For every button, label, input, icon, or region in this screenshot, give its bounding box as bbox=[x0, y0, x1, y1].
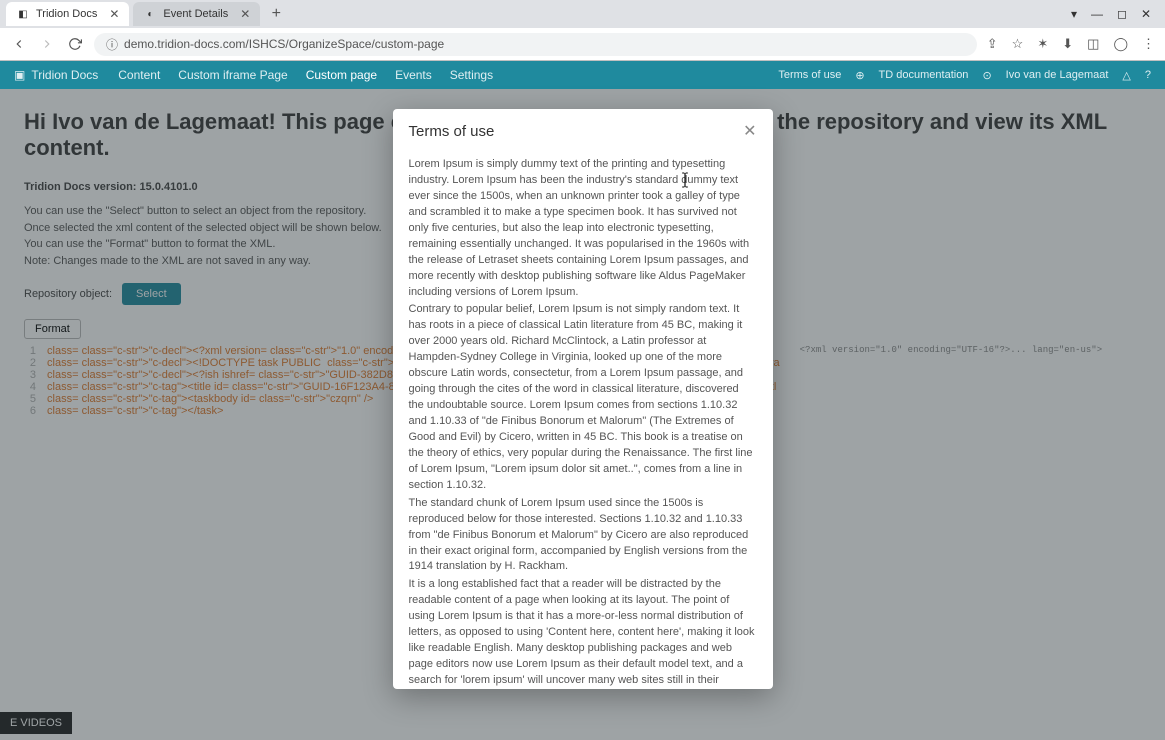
star-icon[interactable]: ☆ bbox=[1012, 36, 1024, 52]
app-header: ▣ Tridion Docs Content Custom iframe Page… bbox=[0, 61, 1165, 89]
url-text: demo.tridion-docs.com/ISHCS/OrganizeSpac… bbox=[124, 37, 444, 51]
panel-icon[interactable]: ◫ bbox=[1087, 36, 1099, 52]
browser-chrome: ◧ Tridion Docs ✕ ◐ Event Details ✕ + ▾ —… bbox=[0, 0, 1165, 61]
close-button[interactable]: ✕ bbox=[1141, 7, 1151, 21]
address-bar[interactable]: ⓘ demo.tridion-docs.com/ISHCS/OrganizeSp… bbox=[94, 33, 977, 56]
tab-title: Tridion Docs bbox=[36, 8, 97, 20]
user-icon: ⊙ bbox=[982, 69, 991, 82]
modal-paragraph: The standard chunk of Lorem Ipsum used s… bbox=[409, 496, 757, 576]
browser-tab-active[interactable]: ◧ Tridion Docs ✕ bbox=[6, 2, 129, 26]
user-name[interactable]: Ivo van de Lagemaat bbox=[1006, 69, 1109, 81]
product-name: Tridion Docs bbox=[31, 68, 98, 82]
back-button[interactable] bbox=[10, 35, 28, 53]
window-controls: ▾ — ◻ ✕ bbox=[1057, 7, 1165, 21]
favicon-icon: ◐ bbox=[143, 7, 157, 21]
browser-tab-inactive[interactable]: ◐ Event Details ✕ bbox=[133, 2, 260, 26]
nav-item[interactable]: Settings bbox=[450, 68, 493, 82]
nav-item[interactable]: Events bbox=[395, 68, 432, 82]
browser-toolbar: ⓘ demo.tridion-docs.com/ISHCS/OrganizeSp… bbox=[0, 28, 1165, 60]
share-icon[interactable]: ⇪ bbox=[987, 36, 998, 52]
modal-body[interactable]: Lorem Ipsum is simply dummy text of the … bbox=[393, 153, 773, 689]
minimize-button[interactable]: — bbox=[1091, 7, 1103, 21]
logo-icon: ▣ bbox=[14, 68, 25, 82]
favicon-icon: ◧ bbox=[16, 7, 30, 21]
app-toggle-icon[interactable]: ▾ bbox=[1071, 7, 1077, 21]
notification-icon[interactable]: △ bbox=[1122, 69, 1130, 82]
modal-paragraph: Contrary to popular belief, Lorem Ipsum … bbox=[409, 302, 757, 493]
doc-link[interactable]: TD documentation bbox=[879, 69, 969, 81]
download-icon[interactable]: ⬇ bbox=[1062, 36, 1073, 52]
terms-link[interactable]: Terms of use bbox=[778, 69, 841, 81]
forward-button[interactable] bbox=[38, 35, 56, 53]
kebab-menu-icon[interactable]: ⋮ bbox=[1142, 36, 1155, 52]
doc-link-icon: ⊕ bbox=[855, 69, 864, 82]
app-logo[interactable]: ▣ Tridion Docs bbox=[14, 68, 98, 82]
modal-close-button[interactable]: ✕ bbox=[743, 121, 756, 141]
tab-strip: ◧ Tridion Docs ✕ ◐ Event Details ✕ + ▾ —… bbox=[0, 0, 1165, 28]
reload-button[interactable] bbox=[66, 35, 84, 53]
tab-title: Event Details bbox=[163, 8, 228, 20]
site-info-icon[interactable]: ⓘ bbox=[106, 36, 118, 53]
new-tab-button[interactable]: + bbox=[264, 5, 288, 23]
nav-item[interactable]: Content bbox=[118, 68, 160, 82]
tab-close-icon[interactable]: ✕ bbox=[109, 7, 119, 21]
modal-paragraph: Lorem Ipsum is simply dummy text of the … bbox=[409, 157, 757, 300]
help-icon[interactable]: ? bbox=[1145, 69, 1151, 81]
modal-paragraph: It is a long established fact that a rea… bbox=[409, 577, 757, 689]
nav-item[interactable]: Custom iframe Page bbox=[178, 68, 287, 82]
profile-icon[interactable]: ◯ bbox=[1113, 36, 1128, 52]
maximize-button[interactable]: ◻ bbox=[1117, 7, 1127, 21]
modal-title: Terms of use bbox=[409, 123, 495, 140]
page-body: Hi Ivo van de Lagemaat! This page can be… bbox=[0, 89, 1165, 740]
terms-modal: Terms of use ✕ Lorem Ipsum is simply dum… bbox=[393, 109, 773, 689]
tab-close-icon[interactable]: ✕ bbox=[240, 7, 250, 21]
modal-backdrop[interactable]: Terms of use ✕ Lorem Ipsum is simply dum… bbox=[0, 89, 1165, 740]
nav-item[interactable]: Custom page bbox=[306, 68, 377, 82]
extensions-icon[interactable]: ✶ bbox=[1037, 36, 1048, 52]
app-nav: Content Custom iframe Page Custom page Even… bbox=[118, 68, 493, 82]
